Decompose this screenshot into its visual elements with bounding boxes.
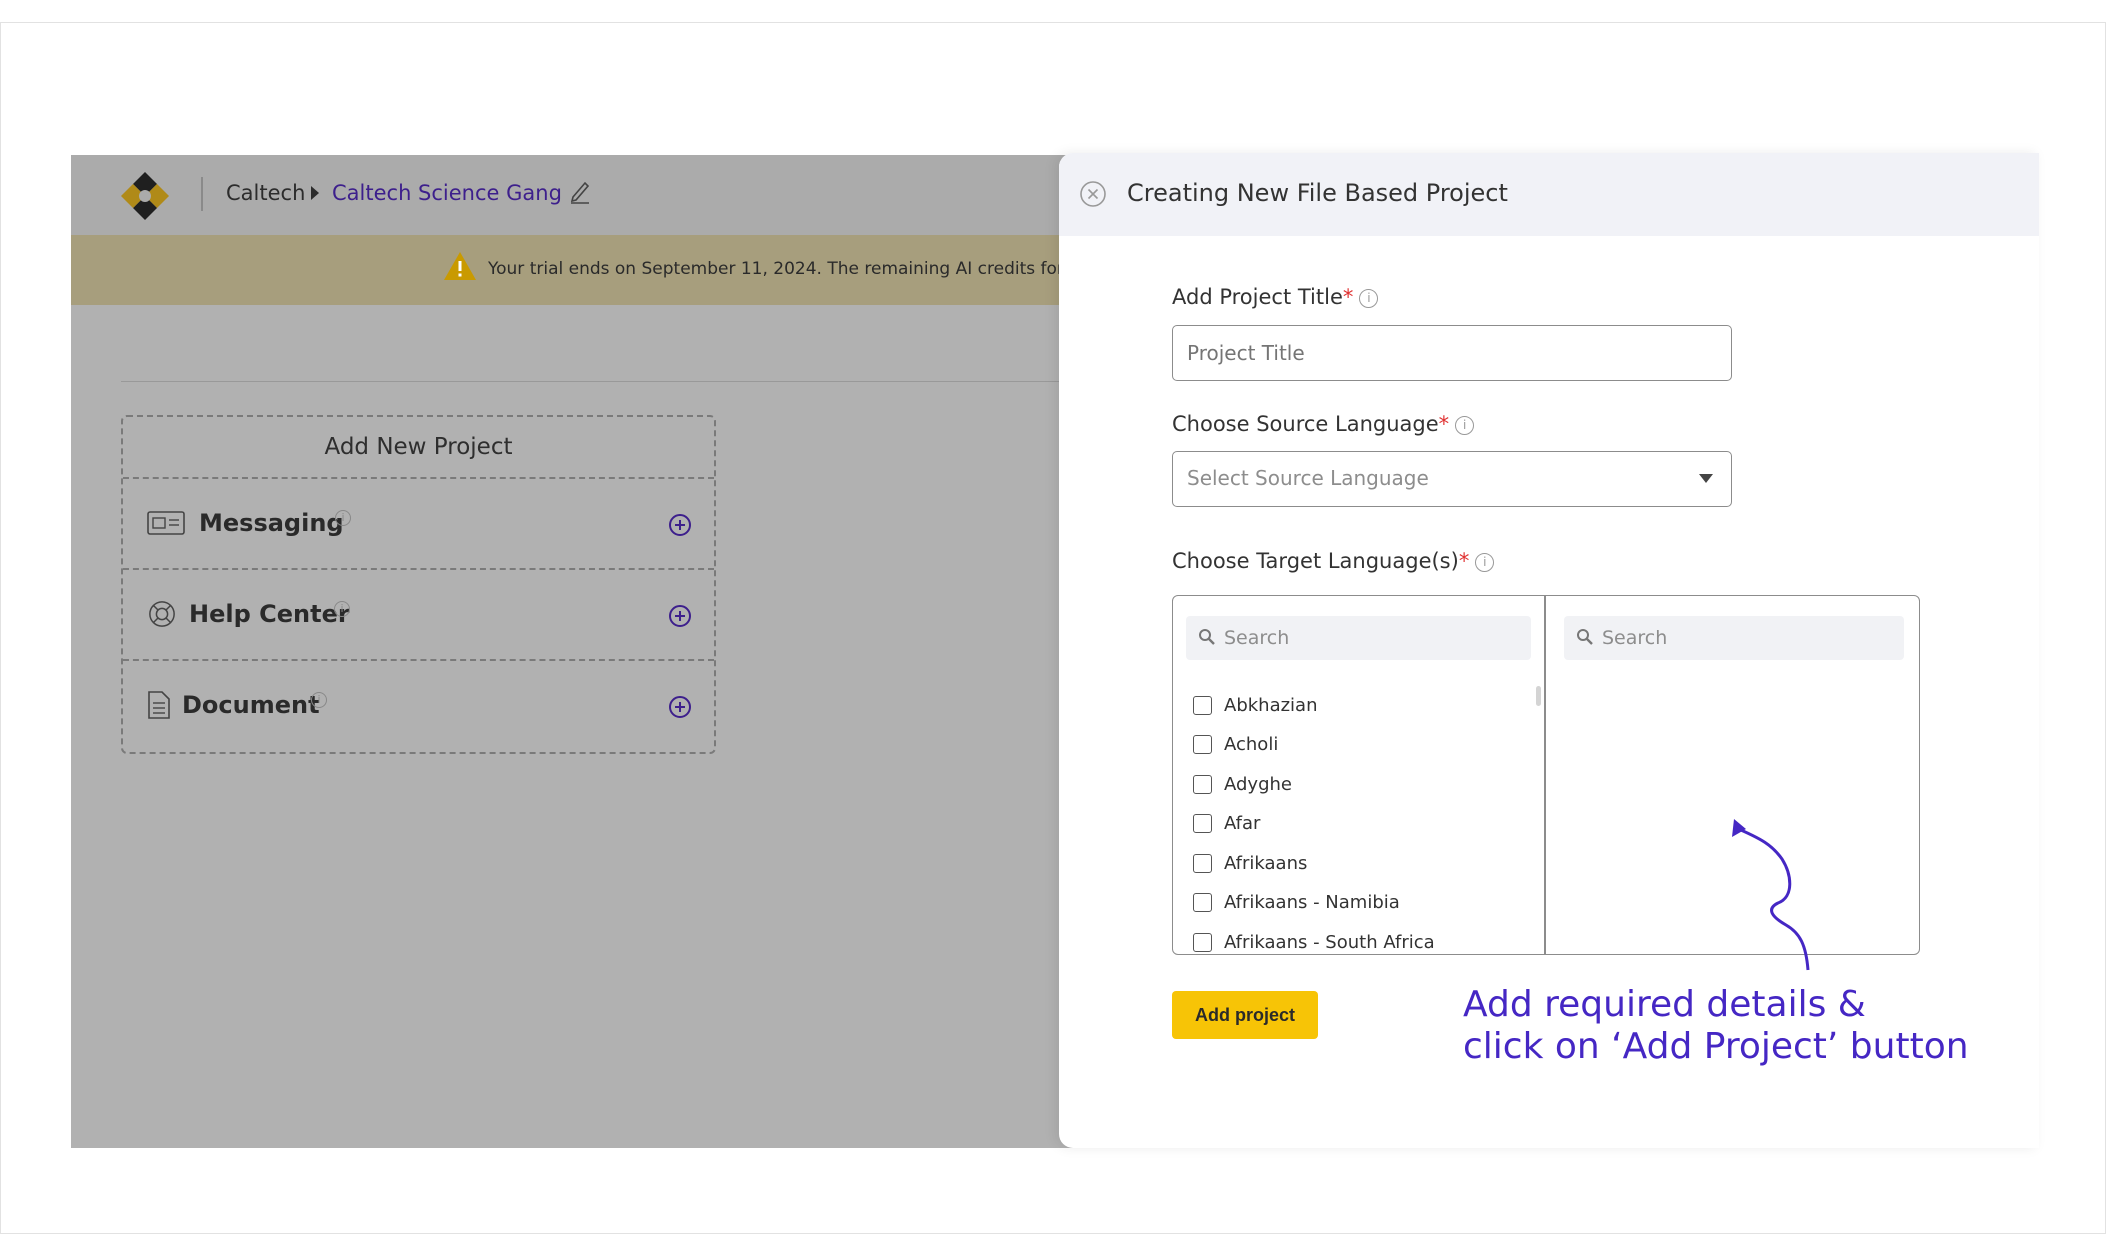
add-document-icon[interactable] — [668, 695, 692, 719]
help-center-info-icon[interactable]: i — [334, 601, 350, 617]
list-item[interactable]: Afrikaans — [1193, 848, 1307, 878]
project-title-label-text: Add Project Title — [1172, 285, 1343, 309]
document-icon — [148, 691, 170, 719]
checkbox[interactable] — [1193, 774, 1212, 794]
source-language-info-icon[interactable]: i — [1455, 415, 1475, 435]
add-help-center-icon[interactable] — [668, 604, 692, 628]
target-language-info-icon[interactable]: i — [1475, 552, 1495, 572]
list-item[interactable]: Afrikaans - Namibia — [1193, 887, 1400, 917]
project-type-messaging[interactable]: Messaging i — [123, 479, 714, 570]
language-option-label: Abkhazian — [1224, 694, 1318, 716]
panel-title: Creating New File Based Project — [1127, 179, 1508, 207]
messaging-icon — [147, 511, 185, 535]
trial-banner-text: Your trial ends on September 11, 2024. T… — [488, 259, 1080, 279]
source-language-select[interactable]: Select Source Language — [1172, 451, 1732, 507]
chevron-down-icon — [1699, 474, 1713, 483]
search-icon — [1199, 629, 1215, 645]
target-language-label-text: Choose Target Language(s) — [1172, 549, 1459, 573]
required-mark: * — [1342, 285, 1354, 309]
required-mark: * — [1438, 412, 1450, 436]
panel-header: Creating New File Based Project — [1059, 153, 2039, 236]
warning-icon — [444, 252, 476, 280]
add-new-project-title: Add New Project — [123, 417, 714, 479]
messaging-label: Messaging — [199, 509, 344, 537]
right-search-placeholder: Search — [1602, 627, 1668, 649]
checkbox[interactable] — [1193, 932, 1212, 952]
checkbox[interactable] — [1193, 892, 1212, 912]
left-search-placeholder: Search — [1224, 627, 1290, 649]
language-option-label: Acholi — [1224, 733, 1279, 755]
list-item[interactable]: Adyghe — [1193, 769, 1292, 799]
source-language-label: Choose Source Language* i — [1172, 412, 1475, 436]
annotation-note: Add required details & click on ‘Add Pro… — [1463, 984, 1969, 1067]
project-title-label: Add Project Title* i — [1172, 285, 1379, 309]
language-option-label: Adyghe — [1224, 773, 1292, 795]
add-new-project-card: Add New Project Messaging i Help Center … — [121, 415, 716, 754]
source-language-placeholder: Select Source Language — [1187, 466, 1429, 490]
breadcrumb-project[interactable]: Caltech Science Gang — [332, 181, 562, 205]
help-center-label: Help Center — [189, 600, 350, 628]
list-item[interactable]: Afrikaans - South Africa — [1193, 927, 1435, 954]
language-option-label: Afar — [1224, 812, 1261, 834]
help-center-icon — [149, 601, 175, 627]
project-type-help-center[interactable]: Help Center i — [123, 570, 714, 661]
left-search-input[interactable]: Search — [1186, 616, 1531, 660]
source-language-label-text: Choose Source Language — [1172, 412, 1439, 436]
picker-divider — [1544, 596, 1546, 954]
checkbox[interactable] — [1193, 734, 1212, 754]
target-language-label: Choose Target Language(s)* i — [1172, 549, 1495, 573]
language-option-label: Afrikaans — [1224, 852, 1308, 874]
language-option-label: Afrikaans - Namibia — [1224, 891, 1400, 913]
search-icon — [1577, 629, 1593, 645]
list-item[interactable]: Abkhazian — [1193, 690, 1318, 720]
project-type-document[interactable]: Document i — [123, 661, 714, 752]
project-title-info-icon[interactable]: i — [1359, 288, 1379, 308]
list-item[interactable]: Acholi — [1193, 729, 1278, 759]
add-messaging-icon[interactable] — [668, 513, 692, 537]
document-info-icon[interactable]: i — [311, 692, 327, 708]
checkbox[interactable] — [1193, 813, 1212, 833]
checkbox[interactable] — [1193, 853, 1212, 873]
messaging-info-icon[interactable]: i — [335, 510, 351, 526]
breadcrumb-org[interactable]: Caltech — [226, 181, 305, 205]
annotation-arrow-icon — [1732, 819, 1810, 971]
content-divider — [121, 381, 1121, 382]
document-label: Document — [182, 691, 320, 719]
right-search-input[interactable]: Search — [1564, 616, 1904, 660]
language-option-label: Afrikaans - South Africa — [1224, 931, 1435, 953]
list-item[interactable]: Afar — [1193, 808, 1260, 838]
breadcrumb-caret-icon — [311, 186, 319, 200]
list-scrollbar[interactable] — [1536, 686, 1541, 706]
checkbox[interactable] — [1193, 695, 1212, 715]
close-icon[interactable] — [1079, 180, 1107, 208]
language-list: Abkhazian Acholi Adyghe Afar Afrikaans A… — [1173, 684, 1542, 954]
add-project-button[interactable]: Add project — [1172, 991, 1318, 1039]
header-divider — [201, 177, 203, 211]
project-title-input[interactable] — [1172, 325, 1732, 381]
required-mark: * — [1458, 549, 1470, 573]
logo-icon — [121, 172, 169, 220]
edit-pencil-icon[interactable] — [569, 177, 591, 205]
